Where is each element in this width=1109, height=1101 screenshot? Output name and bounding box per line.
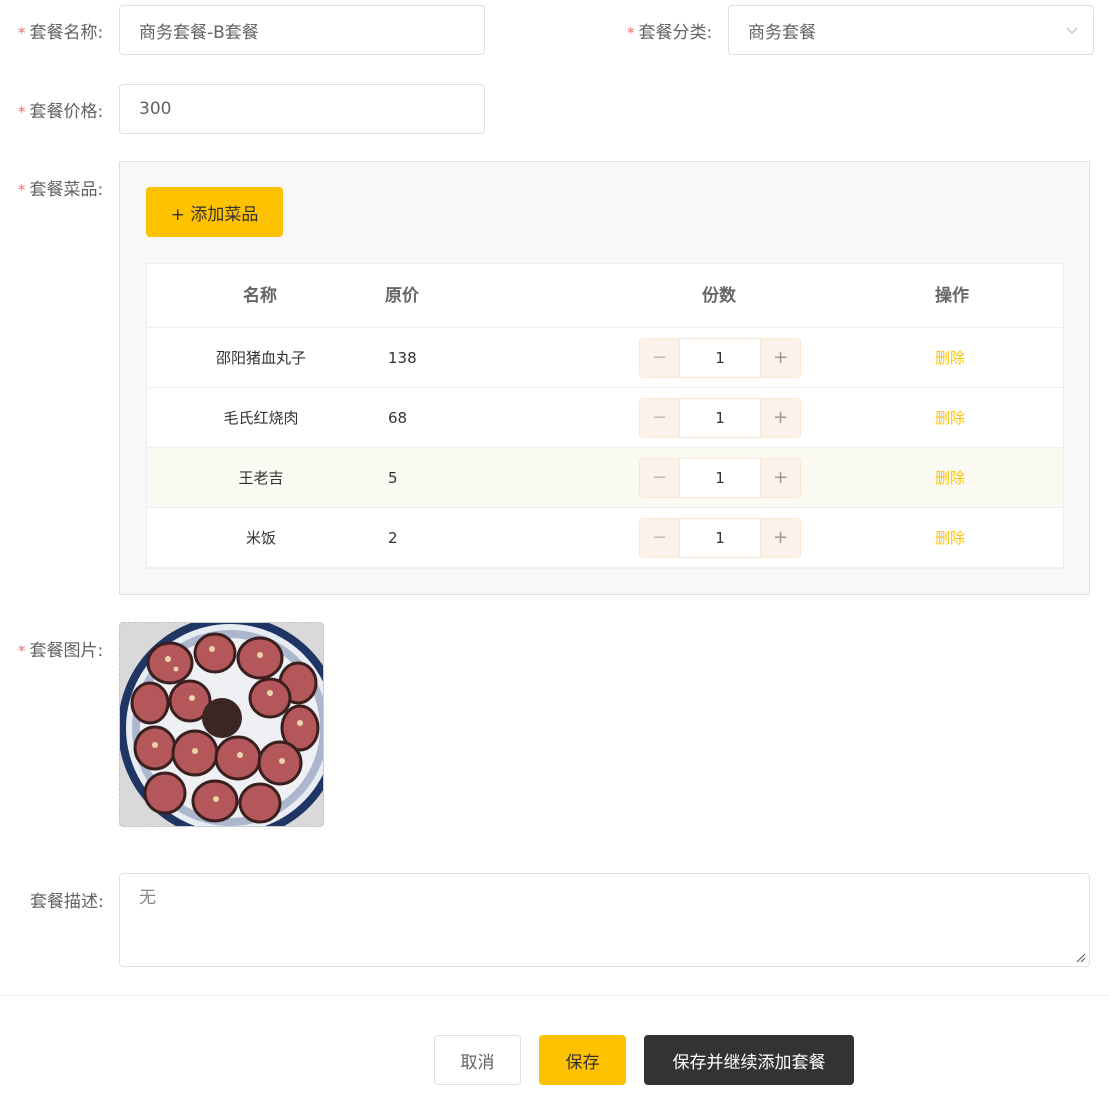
quantity-stepper: − 1 + xyxy=(639,518,801,558)
dishes-label: * 套餐菜品: xyxy=(18,180,104,200)
table-row: 王老吉 5 − 1 + 删除 xyxy=(147,448,1063,508)
increment-button[interactable]: + xyxy=(760,459,800,497)
dish-price: 2 xyxy=(388,529,398,547)
required-mark: * xyxy=(18,24,26,42)
dish-price: 68 xyxy=(388,409,408,427)
delete-link[interactable]: 删除 xyxy=(935,388,965,448)
category-select-value: 商务套餐 xyxy=(748,22,816,43)
price-input-value: 300 xyxy=(139,99,172,119)
table-row: 邵阳猪血丸子 138 − 1 + 删除 xyxy=(147,328,1063,388)
price-label: * 套餐价格: xyxy=(18,102,104,122)
required-mark: * xyxy=(18,103,26,121)
dish-panel: + 添加菜品 名称 原价 份数 操作 邵阳猪血丸子 138 − 1 + 删除 毛… xyxy=(119,161,1090,595)
required-mark: * xyxy=(18,642,26,660)
chevron-down-icon xyxy=(1066,27,1078,34)
quantity-input[interactable]: 1 xyxy=(680,459,760,497)
decrement-button[interactable]: − xyxy=(640,459,680,497)
table-row: 毛氏红烧肉 68 − 1 + 删除 xyxy=(147,388,1063,448)
delete-link[interactable]: 删除 xyxy=(935,448,965,508)
increment-button[interactable]: + xyxy=(760,519,800,557)
cancel-button[interactable]: 取消 xyxy=(434,1035,521,1085)
header-name: 名称 xyxy=(243,286,277,306)
header-price: 原价 xyxy=(385,286,419,306)
save-button[interactable]: 保存 xyxy=(539,1035,626,1085)
name-label: * 套餐名称: xyxy=(18,23,104,43)
increment-button[interactable]: + xyxy=(760,399,800,437)
image-label: * 套餐图片: xyxy=(18,641,104,661)
dish-name: 王老吉 xyxy=(238,469,284,487)
increment-button[interactable]: + xyxy=(760,339,800,377)
delete-link[interactable]: 删除 xyxy=(935,508,965,568)
dish-name: 邵阳猪血丸子 xyxy=(215,349,306,367)
header-action: 操作 xyxy=(935,286,969,306)
resize-grip-icon[interactable] xyxy=(1076,953,1086,963)
dish-name: 毛氏红烧肉 xyxy=(223,409,299,427)
quantity-stepper: − 1 + xyxy=(639,398,801,438)
quantity-stepper: − 1 + xyxy=(639,338,801,378)
name-input-value: 商务套餐-B套餐 xyxy=(139,22,259,43)
description-label: 套餐描述: xyxy=(30,892,104,912)
price-input[interactable]: 300 xyxy=(119,84,485,134)
delete-link[interactable]: 删除 xyxy=(935,328,965,388)
image-uploader[interactable] xyxy=(119,622,324,827)
required-mark: * xyxy=(18,181,26,199)
header-quantity: 份数 xyxy=(702,286,736,306)
decrement-button[interactable]: − xyxy=(640,519,680,557)
category-label: * 套餐分类: xyxy=(627,23,713,43)
decrement-button[interactable]: − xyxy=(640,339,680,377)
decrement-button[interactable]: − xyxy=(640,399,680,437)
name-input[interactable]: 商务套餐-B套餐 xyxy=(119,5,485,55)
add-dish-button[interactable]: + 添加菜品 xyxy=(146,187,283,237)
save-and-continue-button[interactable]: 保存并继续添加套餐 xyxy=(644,1035,854,1085)
dish-price: 138 xyxy=(388,349,417,367)
description-value: 无 xyxy=(139,888,156,908)
quantity-stepper: − 1 + xyxy=(639,458,801,498)
dish-name: 米饭 xyxy=(245,529,276,547)
table-row: 米饭 2 − 1 + 删除 xyxy=(147,508,1063,568)
quantity-input[interactable]: 1 xyxy=(680,339,760,377)
category-select[interactable]: 商务套餐 xyxy=(728,5,1094,55)
description-textarea[interactable]: 无 xyxy=(119,873,1090,967)
dish-photo xyxy=(120,623,323,826)
footer-divider xyxy=(0,995,1109,996)
quantity-input[interactable]: 1 xyxy=(680,519,760,557)
dish-price: 5 xyxy=(388,469,398,487)
quantity-input[interactable]: 1 xyxy=(680,399,760,437)
dish-table-header: 名称 原价 份数 操作 xyxy=(147,264,1063,328)
required-mark: * xyxy=(627,24,635,42)
dish-table: 名称 原价 份数 操作 邵阳猪血丸子 138 − 1 + 删除 毛氏红烧肉 68… xyxy=(146,263,1064,569)
